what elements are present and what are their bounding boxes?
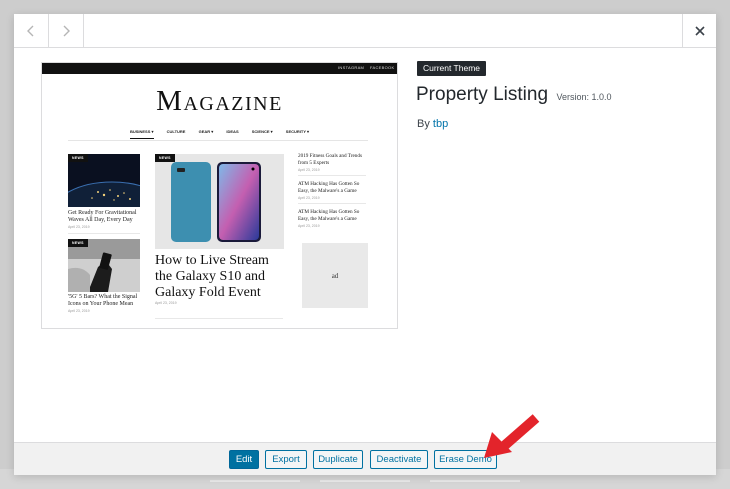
- preview-nav: BUSINESS ▾ CULTURE GEAR ▾ IDEAS SCIENCE …: [42, 129, 397, 139]
- preview-divider: [298, 203, 366, 204]
- theme-details-modal: INSTAGRAM FACEBOOK Magazine BUSINESS ▾ C…: [14, 14, 716, 475]
- current-theme-badge: Current Theme: [417, 61, 487, 76]
- preview-ad-placeholder: ad: [302, 243, 368, 308]
- chevron-right-icon: [63, 25, 70, 36]
- preview-sidebar-title: ATM Hacking Has Gotten So Easy, the Malw…: [298, 209, 360, 222]
- preview-galaxy-image: [155, 154, 284, 249]
- preview-card-date: April 23, 2019: [68, 225, 90, 229]
- modal-header: [14, 14, 716, 48]
- chevron-left-icon: [27, 25, 34, 36]
- theme-screenshot: INSTAGRAM FACEBOOK Magazine BUSINESS ▾ C…: [41, 62, 398, 329]
- close-icon: [694, 25, 705, 36]
- edit-button[interactable]: Edit: [229, 450, 259, 469]
- preview-divider: [68, 233, 140, 234]
- preview-nav-item: SECURITY ▾: [285, 129, 310, 134]
- backdrop-ghost: [430, 480, 520, 482]
- preview-feature-date: April 23, 2019: [155, 301, 177, 305]
- preview-nav-item: BUSINESS ▾: [129, 129, 154, 139]
- preview-news-badge: NEWS: [68, 239, 88, 247]
- preview-sidebar-date: April 23, 2019: [298, 224, 320, 228]
- theme-title: Property Listing Version: 1.0.0: [416, 84, 612, 106]
- preview-masthead: Magazine: [156, 85, 283, 117]
- export-button[interactable]: Export: [265, 450, 307, 469]
- backdrop-ghost: [320, 480, 410, 482]
- red-arrow-icon: [484, 414, 540, 458]
- preview-feature-title: How to Live Stream the Galaxy S10 and Ga…: [155, 253, 269, 300]
- preview-nav-item: CULTURE: [166, 129, 186, 134]
- preview-topbar: INSTAGRAM FACEBOOK: [42, 63, 397, 74]
- preview-card-title: Get Ready For Gravitational Waves All Da…: [68, 210, 137, 223]
- preview-nav-item: GEAR ▾: [198, 129, 214, 134]
- preview-divider: [155, 318, 283, 319]
- preview-news-badge: NEWS: [68, 154, 88, 162]
- preview-sidebar-date: April 23, 2019: [298, 196, 320, 200]
- preview-divider: [68, 140, 368, 141]
- next-theme-button[interactable]: [49, 14, 84, 47]
- preview-card-date: April 23, 2019: [68, 309, 90, 313]
- deactivate-button[interactable]: Deactivate: [370, 450, 428, 469]
- preview-nav-item: IDEAS: [226, 129, 239, 134]
- previous-theme-button[interactable]: [14, 14, 49, 47]
- theme-author-link[interactable]: tbp: [433, 118, 448, 130]
- theme-author-prefix: By: [417, 118, 430, 130]
- preview-nav-item: SCIENCE ▾: [251, 129, 273, 134]
- preview-sidebar-title: 2019 Fitness Goals and Trends from 5 Exp…: [298, 153, 362, 166]
- close-modal-button[interactable]: [682, 14, 716, 47]
- preview-facebook-link: FACEBOOK: [370, 65, 395, 70]
- theme-name: Property Listing: [416, 84, 549, 105]
- theme-version: Version: 1.0.0: [556, 92, 612, 102]
- preview-sidebar-title: ATM Hacking Has Gotten So Easy, the Malw…: [298, 181, 360, 194]
- backdrop-ghost: [210, 480, 300, 482]
- preview-card-title: '5G' 5 Bars? What the Signal Icons on Yo…: [68, 294, 138, 307]
- preview-divider: [298, 175, 366, 176]
- theme-actions: Edit Export Duplicate Deactivate Erase D…: [14, 442, 716, 475]
- duplicate-button[interactable]: Duplicate: [313, 450, 363, 469]
- theme-author: By tbp: [417, 118, 448, 130]
- preview-news-badge: NEWS: [155, 154, 175, 162]
- preview-instagram-link: INSTAGRAM: [338, 65, 365, 70]
- preview-sidebar-date: April 23, 2019: [298, 168, 320, 172]
